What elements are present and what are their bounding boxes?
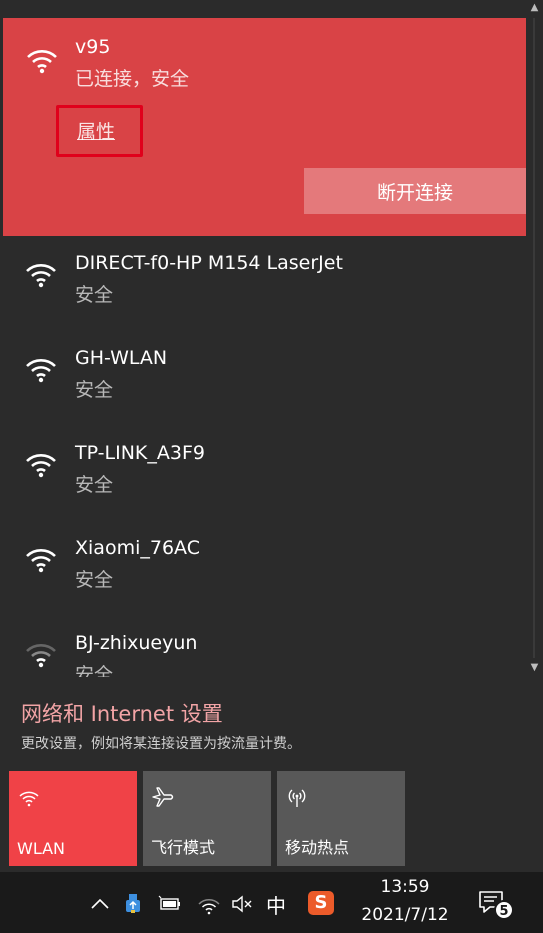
network-item[interactable]: BJ-zhixueyun 安全 — [0, 616, 526, 677]
network-list: DIRECT-f0-HP M154 LaserJet 安全 GH-WLAN 安全… — [0, 236, 526, 677]
disconnect-button[interactable]: 断开连接 — [304, 168, 526, 214]
taskbar: 中 S 13:59 2021/7/12 5 — [0, 872, 543, 933]
notification-center-button[interactable]: 5 — [478, 890, 514, 920]
wlan-tile-label: WLAN — [17, 839, 66, 858]
network-flyout: v95 已连接，安全 属性 断开连接 DIRECT-f0-HP M154 Las… — [0, 0, 543, 872]
network-name: TP-LINK_A3F9 — [75, 442, 205, 464]
network-item[interactable]: GH-WLAN 安全 — [0, 331, 526, 426]
wifi-icon — [24, 351, 58, 385]
usb-icon[interactable] — [121, 892, 145, 916]
volume-muted-icon[interactable] — [230, 892, 254, 916]
network-status: 安全 — [75, 474, 114, 496]
network-item[interactable]: Xiaomi_76AC 安全 — [0, 521, 526, 616]
hotspot-icon — [285, 785, 309, 809]
wifi-weak-icon — [24, 636, 58, 670]
chevron-up-icon[interactable] — [88, 892, 112, 916]
network-name: DIRECT-f0-HP M154 LaserJet — [75, 252, 343, 274]
wifi-icon — [17, 785, 41, 809]
scrollbar[interactable]: ▲ ▼ — [526, 0, 543, 678]
wifi-icon — [25, 42, 59, 76]
airplane-mode-label: 飞行模式 — [151, 838, 216, 857]
sogou-ime-icon[interactable]: S — [308, 891, 334, 915]
network-status: 安全 — [75, 569, 114, 591]
airplane-icon — [151, 785, 175, 809]
network-status: 安全 — [75, 664, 114, 677]
network-settings-link[interactable]: 网络和 Internet 设置 — [21, 698, 223, 728]
wifi-icon[interactable] — [197, 892, 221, 916]
properties-link[interactable]: 属性 — [77, 117, 115, 144]
airplane-mode-tile[interactable]: 飞行模式 — [143, 771, 271, 866]
network-item[interactable]: DIRECT-f0-HP M154 LaserJet 安全 — [0, 236, 526, 331]
connected-network-item[interactable]: v95 已连接，安全 属性 断开连接 — [3, 18, 526, 236]
connected-network-status: 已连接，安全 — [75, 68, 190, 90]
clock-date[interactable]: 2021/7/12 — [352, 905, 458, 925]
battery-icon[interactable] — [158, 892, 182, 916]
scroll-track[interactable] — [533, 18, 535, 658]
connected-network-name: v95 — [75, 36, 111, 58]
network-settings-description: 更改设置，例如将某连接设置为按流量计费。 — [21, 736, 301, 752]
network-name: GH-WLAN — [75, 347, 168, 369]
scroll-up-icon[interactable]: ▲ — [526, 0, 543, 16]
notification-count-badge: 5 — [494, 900, 514, 920]
scroll-down-icon[interactable]: ▼ — [526, 660, 543, 676]
wifi-icon — [24, 446, 58, 480]
network-status: 安全 — [75, 379, 114, 401]
clock-time[interactable]: 13:59 — [352, 877, 458, 897]
network-name: BJ-zhixueyun — [75, 632, 198, 654]
network-item[interactable]: TP-LINK_A3F9 安全 — [0, 426, 526, 521]
network-status: 安全 — [75, 284, 114, 306]
network-name: Xiaomi_76AC — [75, 537, 200, 559]
wifi-icon — [24, 541, 58, 575]
input-method-indicator[interactable]: 中 — [266, 890, 286, 919]
wlan-tile[interactable]: WLAN — [9, 771, 137, 866]
mobile-hotspot-tile[interactable]: 移动热点 — [277, 771, 405, 866]
wifi-icon — [24, 256, 58, 290]
mobile-hotspot-label: 移动热点 — [285, 838, 350, 857]
